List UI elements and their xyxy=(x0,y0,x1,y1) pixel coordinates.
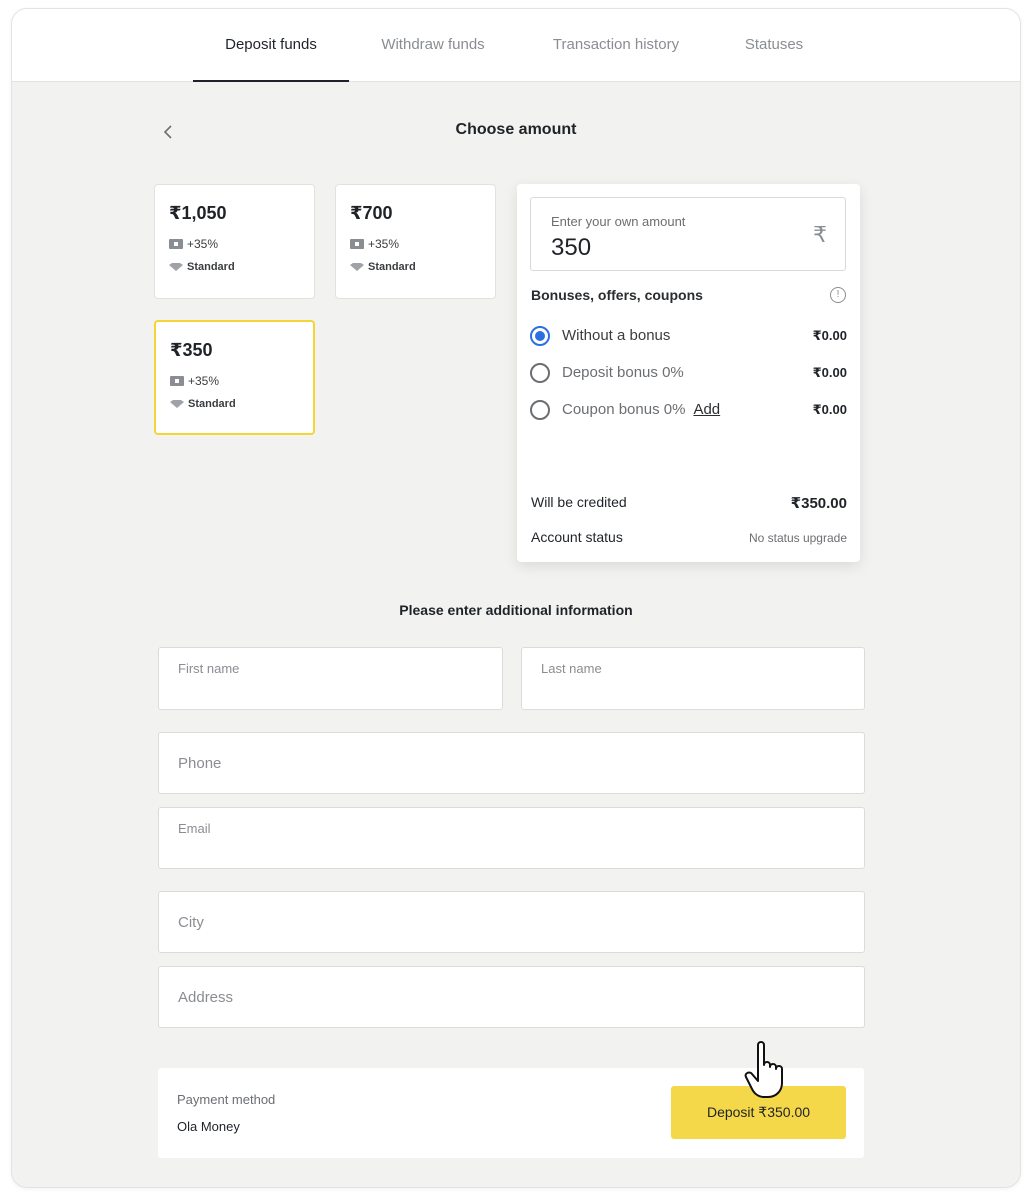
amount-panel: Enter your own amount ₹ Bonuses, offers,… xyxy=(517,184,860,562)
ticket-icon xyxy=(350,239,364,249)
amount-card-700[interactable]: ₹700 +35% Standard xyxy=(335,184,496,299)
tab-label: Deposit funds xyxy=(225,36,317,53)
payment-method-value: Ola Money xyxy=(177,1119,240,1134)
city-input[interactable] xyxy=(159,892,864,952)
bonus-badge: +35% xyxy=(169,237,218,251)
first-name-field[interactable] xyxy=(158,647,503,710)
tab-deposit-funds[interactable]: Deposit funds xyxy=(193,9,349,82)
tier-label: Standard xyxy=(187,261,235,273)
bonus-option-none[interactable]: Without a bonus ₹0.00 xyxy=(530,325,847,349)
bonus-option-value: ₹0.00 xyxy=(812,328,847,343)
address-field[interactable] xyxy=(158,966,865,1028)
bonus-percent: +35% xyxy=(188,374,220,388)
bonus-badge: +35% xyxy=(350,237,399,251)
amount-value: ₹1,050 xyxy=(169,203,227,223)
last-name-input[interactable] xyxy=(522,648,864,709)
email-input[interactable] xyxy=(159,808,864,868)
info-icon[interactable]: ! xyxy=(830,287,846,303)
phone-input[interactable] xyxy=(159,733,864,793)
bonus-option-deposit[interactable]: Deposit bonus 0% ₹0.00 xyxy=(530,362,847,386)
address-input[interactable] xyxy=(159,967,864,1027)
tier-badge: Standard xyxy=(170,398,236,410)
bonus-option-label: Deposit bonus 0% xyxy=(562,364,684,381)
hand-pointer-icon xyxy=(744,1041,783,1098)
account-status-row: Account status No status upgrade xyxy=(531,529,847,545)
first-name-input[interactable] xyxy=(159,648,502,709)
credited-label: Will be credited xyxy=(531,494,627,510)
tab-transaction-history[interactable]: Transaction history xyxy=(536,9,696,81)
own-amount-label: Enter your own amount xyxy=(551,214,686,229)
tab-statuses[interactable]: Statuses xyxy=(730,9,818,81)
tier-badge: Standard xyxy=(350,261,416,273)
amount-value: ₹700 xyxy=(350,203,393,223)
active-tab-indicator xyxy=(193,80,349,82)
rupee-icon: ₹ xyxy=(813,222,827,247)
bonus-badge: +35% xyxy=(170,374,219,388)
tab-withdraw-funds[interactable]: Withdraw funds xyxy=(368,9,498,81)
tier-label: Standard xyxy=(188,398,236,410)
radio-selected[interactable] xyxy=(530,326,550,346)
account-status-label: Account status xyxy=(531,529,623,545)
tab-label: Statuses xyxy=(744,36,804,53)
bonus-percent: +35% xyxy=(368,237,400,251)
diamond-icon xyxy=(169,263,183,271)
bonuses-heading: Bonuses, offers, coupons xyxy=(531,287,703,303)
amount-card-350[interactable]: ₹350 +35% Standard xyxy=(154,320,315,435)
add-coupon-link[interactable]: Add xyxy=(693,401,720,418)
credited-row: Will be credited ₹350.00 xyxy=(531,494,847,512)
tier-label: Standard xyxy=(368,261,416,273)
payment-method-label: Payment method xyxy=(177,1092,276,1107)
own-amount-field[interactable]: Enter your own amount ₹ xyxy=(530,197,846,271)
email-field[interactable] xyxy=(158,807,865,869)
form-title: Please enter additional information xyxy=(399,602,633,618)
tab-label: Transaction history xyxy=(552,36,680,53)
last-name-field[interactable] xyxy=(521,647,865,710)
city-field[interactable] xyxy=(158,891,865,953)
amount-card-1050[interactable]: ₹1,050 +35% Standard xyxy=(154,184,315,299)
radio-unselected[interactable] xyxy=(530,400,550,420)
tab-bar: Deposit funds Withdraw funds Transaction… xyxy=(12,9,1020,82)
credited-value: ₹350.00 xyxy=(790,495,847,512)
deposit-page: Deposit funds Withdraw funds Transaction… xyxy=(11,8,1021,1188)
diamond-icon xyxy=(170,400,184,408)
bonus-option-value: ₹0.00 xyxy=(812,365,847,380)
ticket-icon xyxy=(170,376,184,386)
diamond-icon xyxy=(350,263,364,271)
radio-unselected[interactable] xyxy=(530,363,550,383)
amount-value: ₹350 xyxy=(170,340,213,360)
own-amount-input[interactable] xyxy=(551,234,771,262)
bonus-option-label: Coupon bonus 0% xyxy=(562,401,686,418)
ticket-icon xyxy=(169,239,183,249)
phone-field[interactable] xyxy=(158,732,865,794)
bonus-option-label-wrap: Coupon bonus 0% Add xyxy=(562,401,720,418)
account-status-value: No status upgrade xyxy=(748,531,847,545)
tier-badge: Standard xyxy=(169,261,235,273)
tab-label: Withdraw funds xyxy=(381,36,485,53)
page-title: Choose amount xyxy=(455,121,577,138)
bonus-percent: +35% xyxy=(187,237,219,251)
bonus-option-value: ₹0.00 xyxy=(812,402,847,417)
bonus-option-coupon[interactable]: Coupon bonus 0% Add ₹0.00 xyxy=(530,399,847,423)
bonus-option-label: Without a bonus xyxy=(562,327,671,344)
